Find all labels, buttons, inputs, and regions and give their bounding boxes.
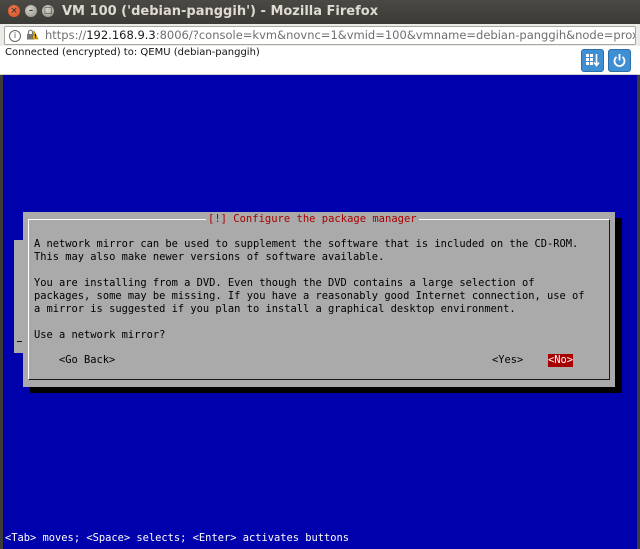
window-titlebar: × – □ VM 100 ('debian-panggih') - Mozill… <box>0 0 640 24</box>
dialog-line-2: This may also make newer versions of sof… <box>34 251 385 263</box>
info-icon[interactable]: i <box>9 30 21 42</box>
go-back-button[interactable]: <Go Back> <box>59 354 115 367</box>
yes-button[interactable]: <Yes> <box>492 354 523 367</box>
maximize-icon[interactable]: □ <box>42 5 54 17</box>
minimize-icon[interactable]: – <box>25 5 37 17</box>
site-identity[interactable]: i <box>9 27 39 45</box>
dialog-title: [!] Configure the package manager <box>206 213 419 225</box>
dialog-line-4: You are installing from a DVD. Even thou… <box>34 277 535 289</box>
window-title: VM 100 ('debian-panggih') - Mozilla Fire… <box>62 4 379 19</box>
connection-status: Connected (encrypted) to: QEMU (debian-p… <box>5 47 260 58</box>
novnc-toolbar: Connected (encrypted) to: QEMU (debian-p… <box>0 46 640 75</box>
power-icon <box>613 54 626 67</box>
lock-icon <box>26 28 39 45</box>
no-button[interactable]: <No> <box>548 354 574 367</box>
url-text[interactable]: https://192.168.9.3:8006/?console=kvm&no… <box>45 27 636 44</box>
dialog-question: Use a network mirror? <box>34 329 166 341</box>
url-scheme: https:// <box>45 28 87 42</box>
power-button[interactable] <box>608 49 631 72</box>
keyboard-button[interactable] <box>581 49 604 72</box>
url-path: :8006/?console=kvm&novnc=1&vmid=100&vmna… <box>155 28 636 42</box>
vm-console[interactable]: [!] Configure the package manager A netw… <box>3 75 637 549</box>
close-icon[interactable]: × <box>8 5 20 17</box>
dialog-line-5: packages, some may be missing. If you ha… <box>34 290 585 302</box>
url-host: 192.168.9.3 <box>86 28 156 42</box>
url-field[interactable]: i https://192.168.9.3:8006/?console=kvm&… <box>4 26 636 45</box>
keyboard-icon <box>586 54 600 67</box>
dialog-line-6: a mirror is suggested if you plan to ins… <box>34 303 516 315</box>
url-bar: i https://192.168.9.3:8006/?console=kvm&… <box>0 24 640 47</box>
background-panel-mark <box>17 341 22 342</box>
dialog-line-1: A network mirror can be used to suppleme… <box>34 238 579 250</box>
installer-dialog: [!] Configure the package manager A netw… <box>23 212 615 387</box>
help-line: <Tab> moves; <Space> selects; <Enter> ac… <box>5 532 350 544</box>
